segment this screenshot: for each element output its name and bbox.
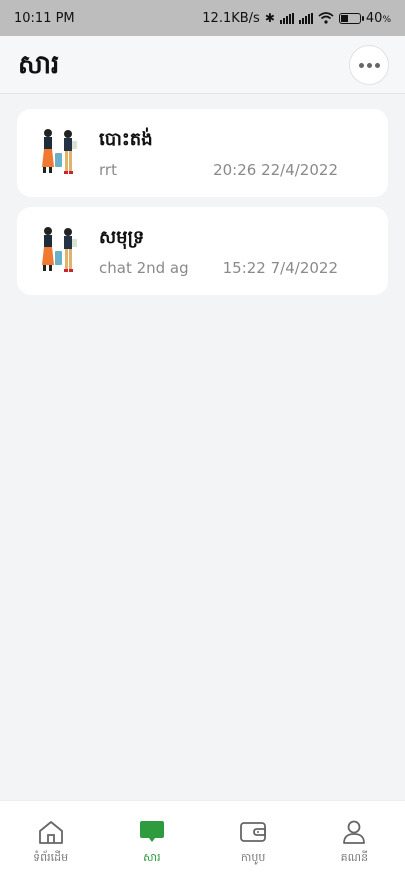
page-title: សារ: [18, 50, 60, 80]
home-icon: [38, 821, 63, 844]
network-speed: 12.1KB/s: [202, 10, 260, 26]
message-title: សមុទ្រ: [99, 227, 145, 248]
tab-label: គណនី: [340, 851, 369, 864]
app-header: សារ: [0, 36, 405, 94]
tab-label: ទំព័រដើម: [33, 851, 69, 864]
more-dots-icon: [358, 62, 364, 68]
more-options-button[interactable]: [349, 45, 389, 85]
status-time: 10:11 PM: [14, 10, 75, 26]
battery-icon: [338, 12, 364, 24]
wifi-icon: [318, 12, 334, 24]
travelers-avatar-icon: [42, 227, 77, 272]
tab-account[interactable]: គណនី: [304, 801, 405, 878]
tab-messages[interactable]: សារ: [101, 801, 202, 878]
message-time: 15:22 7/4/2022: [222, 259, 338, 277]
status-indicators: 12.1KB/s ✱ 40%: [202, 11, 391, 26]
tab-label: កាបូប: [240, 851, 266, 864]
message-item[interactable]: បោះតង់ rrt 20:26 22/4/2022: [17, 109, 388, 197]
message-preview: chat 2nd ag: [99, 259, 189, 277]
message-preview: rrt: [99, 161, 117, 179]
chat-icon: [139, 821, 164, 842]
tab-label: សារ: [143, 851, 161, 864]
message-list: បោះតង់ rrt 20:26 22/4/2022 សមុទ្រ chat 2…: [17, 109, 388, 305]
signal-icon-2: [298, 12, 313, 24]
status-bar: 10:11 PM 12.1KB/s ✱ 40%: [0, 0, 405, 36]
battery-unit: %: [382, 14, 391, 25]
wallet-icon: [240, 822, 267, 842]
user-icon: [343, 820, 366, 844]
message-item[interactable]: សមុទ្រ chat 2nd ag 15:22 7/4/2022: [17, 207, 388, 295]
message-title: បោះតង់: [99, 129, 153, 150]
tab-home[interactable]: ទំព័រដើម: [0, 801, 101, 878]
message-time: 20:26 22/4/2022: [213, 161, 338, 179]
battery-percent: 40: [365, 10, 383, 26]
signal-icon: [279, 12, 294, 24]
travelers-avatar-icon: [42, 129, 77, 174]
bottom-tab-bar: ទំព័រដើម សារ កាបូប គណនី: [0, 800, 405, 878]
tab-wallet[interactable]: កាបូប: [203, 801, 304, 878]
bluetooth-icon: ✱: [264, 11, 275, 25]
